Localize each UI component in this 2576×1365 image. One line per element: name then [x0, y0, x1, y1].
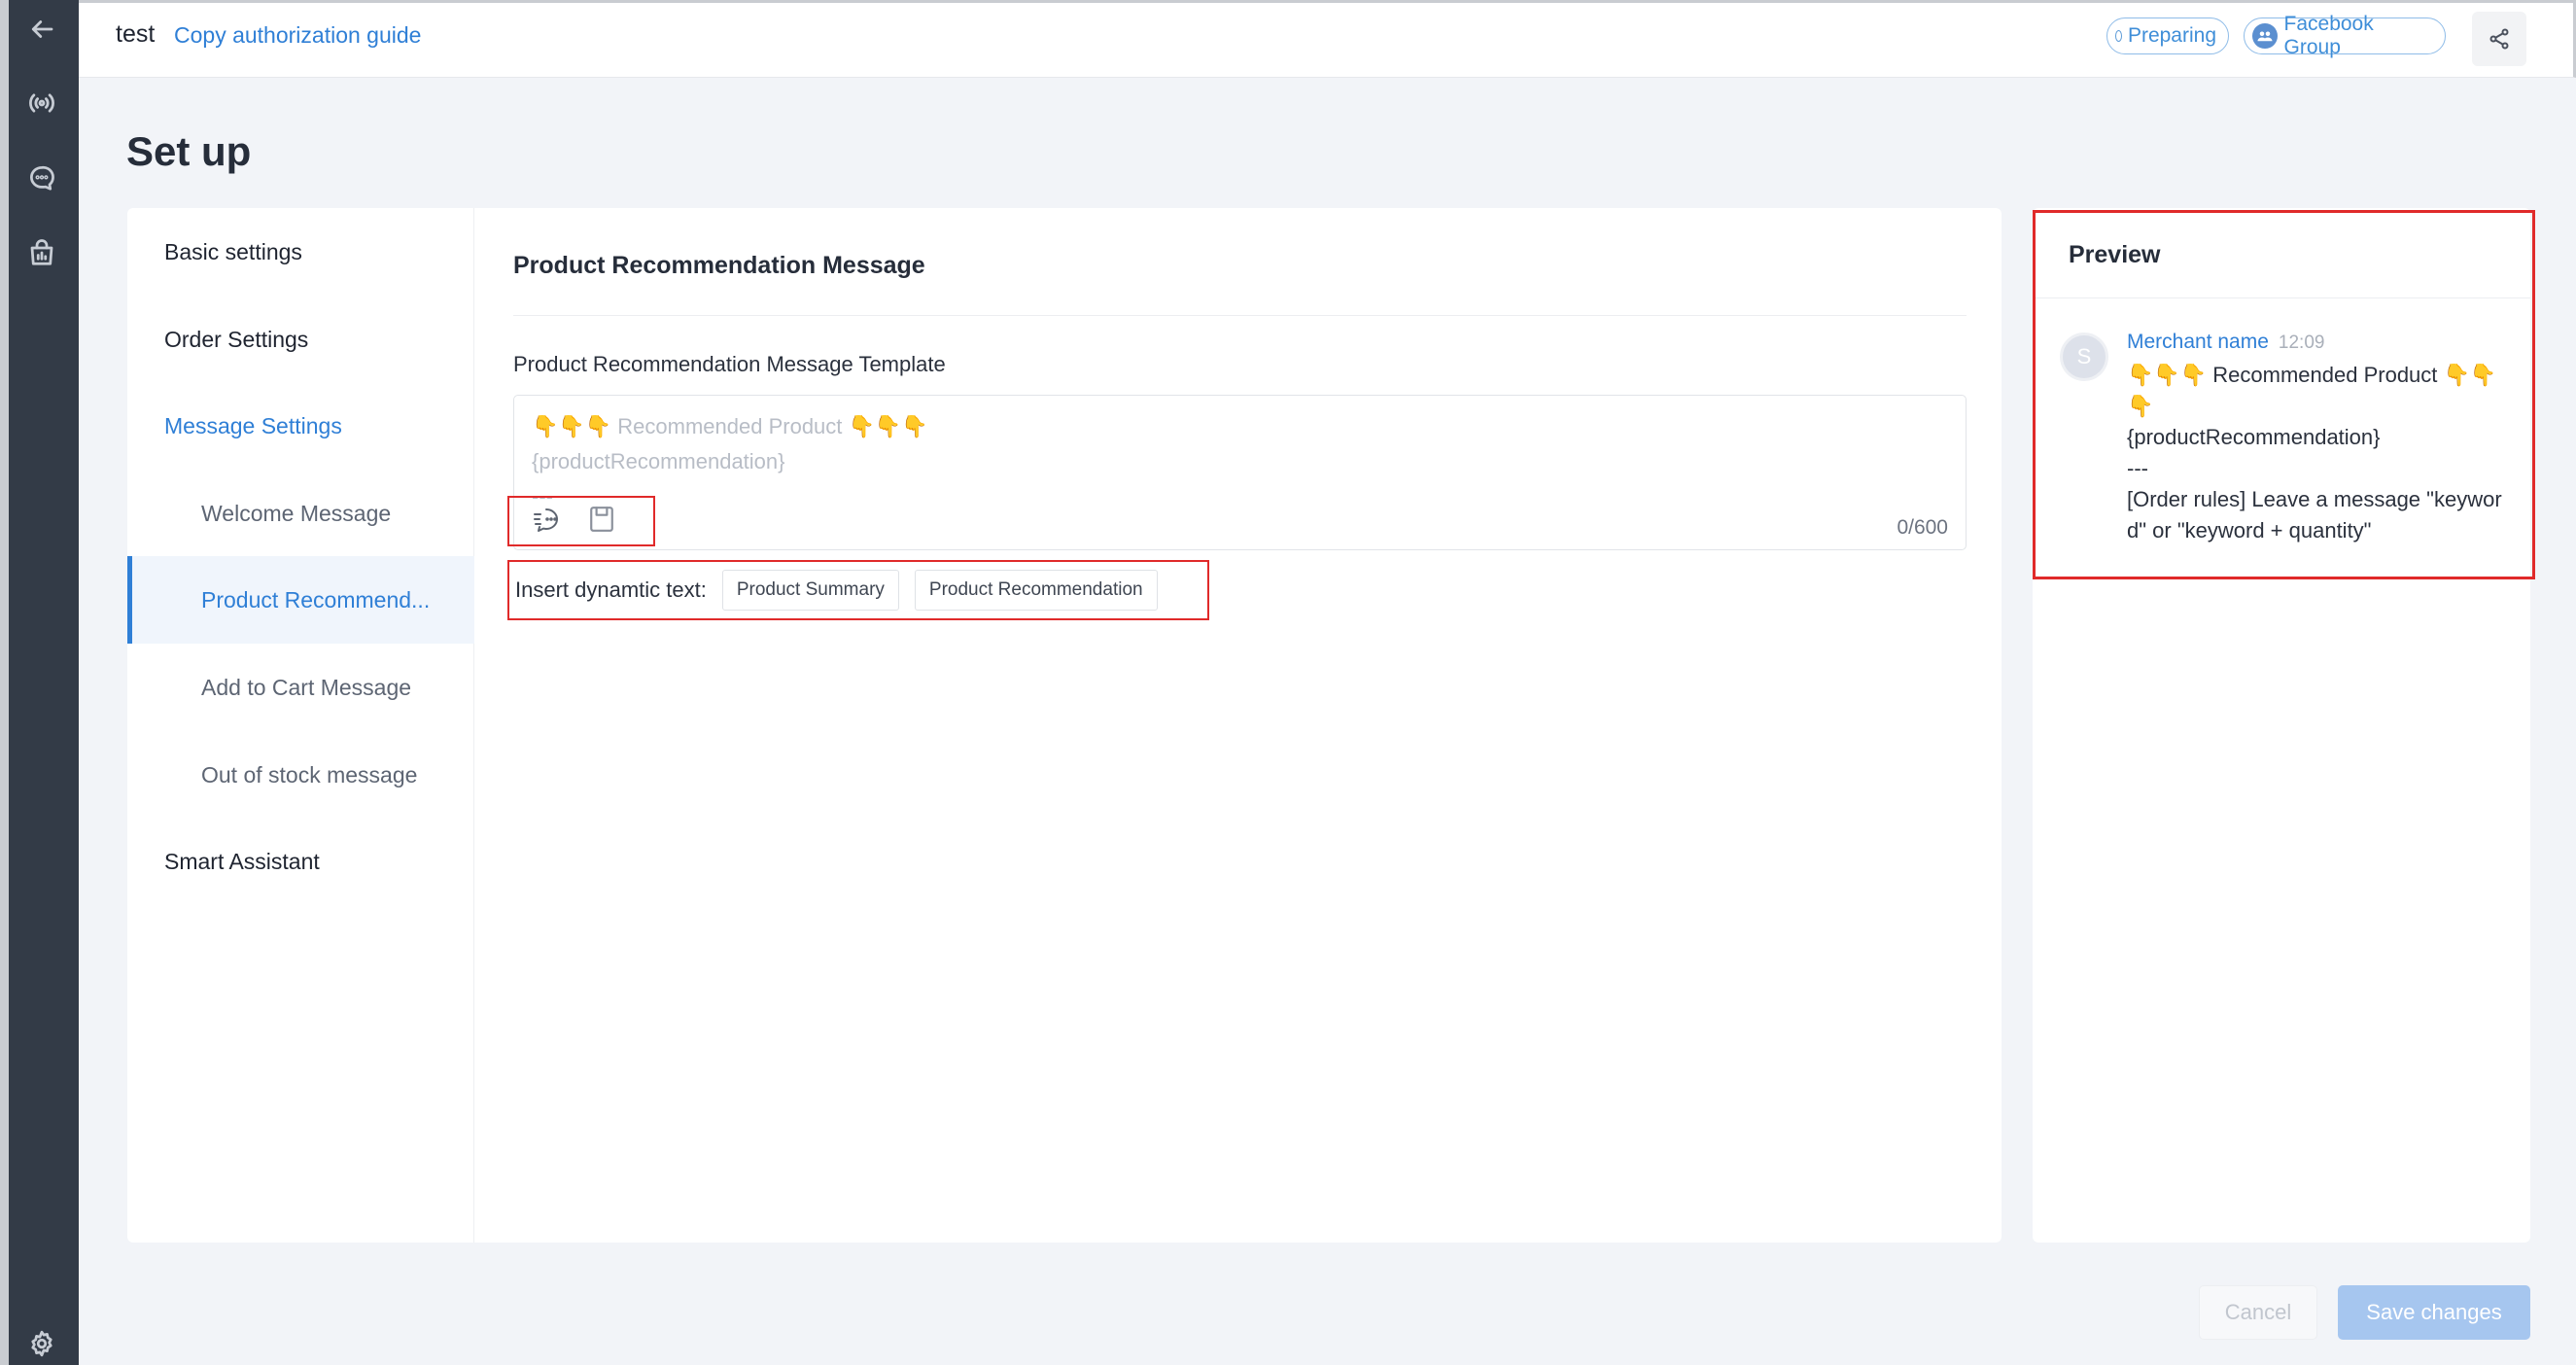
settings-card: Basic settings Order Settings Message Se… [127, 208, 2002, 1242]
chip-product-summary[interactable]: Product Summary [721, 570, 899, 611]
section-heading: Product Recommendation Message [513, 252, 925, 279]
menu-item-basic-settings[interactable]: Basic settings [127, 208, 474, 296]
menu-item-out-of-stock[interactable]: Out of stock message [127, 731, 474, 819]
channel-badge[interactable]: Facebook Group [2244, 13, 2446, 58]
preview-highlight-box [2033, 210, 2535, 579]
menu-item-order-settings[interactable]: Order Settings [127, 296, 474, 383]
status-dot-icon [2115, 30, 2122, 42]
char-count: 0/600 [1897, 516, 1948, 539]
shop-icon[interactable] [22, 233, 61, 272]
save-template-icon[interactable] [589, 506, 614, 538]
status-label: Preparing [2127, 24, 2216, 47]
settings-menu: Basic settings Order Settings Message Se… [127, 208, 474, 1242]
page-title: Set up [126, 128, 252, 174]
insert-label: Insert dynamtic text: [515, 578, 707, 602]
top-header: test Copy authorization guide Preparing … [79, 0, 2576, 78]
template-text[interactable]: 👇👇👇 Recommended Product 👇👇👇 {productReco… [532, 409, 928, 503]
menu-item-add-to-cart[interactable]: Add to Cart Message [127, 644, 474, 731]
save-changes-button[interactable]: Save changes [2338, 1285, 2530, 1340]
status-badge: Preparing [2106, 18, 2229, 54]
menu-item-welcome-message[interactable]: Welcome Message [127, 470, 474, 557]
back-arrow-icon[interactable] [22, 10, 61, 49]
cancel-button[interactable]: Cancel [2199, 1285, 2317, 1340]
menu-item-product-recommendation[interactable]: Product Recommend... [127, 556, 474, 644]
project-title: test [116, 20, 156, 48]
app-root: test Copy authorization guide Preparing … [0, 0, 2576, 1365]
quick-reply-icon[interactable] [533, 505, 564, 539]
menu-item-message-settings[interactable]: Message Settings [127, 382, 474, 470]
template-editor[interactable]: 👇👇👇 Recommended Product 👇👇👇 {productReco… [513, 395, 1967, 550]
share-icon [2489, 28, 2509, 50]
editor-toolbar [507, 496, 655, 546]
menu-item-smart-assistant[interactable]: Smart Assistant [127, 818, 474, 905]
broadcast-icon[interactable] [22, 84, 61, 122]
template-label: Product Recommendation Message Template [513, 352, 946, 376]
group-icon [2252, 23, 2278, 49]
settings-gear-icon[interactable] [22, 1324, 61, 1363]
icon-rail [0, 0, 79, 1365]
insert-dynamic-text: Insert dynamtic text: Product Summary Pr… [507, 560, 1209, 620]
share-button[interactable] [2472, 12, 2526, 66]
chip-product-recommendation[interactable]: Product Recommendation [914, 570, 1158, 611]
copy-guide-link[interactable]: Copy authorization guide [174, 22, 421, 49]
channel-label: Facebook Group [2283, 13, 2374, 58]
section-divider [513, 315, 1967, 316]
chat-icon[interactable] [22, 158, 61, 197]
